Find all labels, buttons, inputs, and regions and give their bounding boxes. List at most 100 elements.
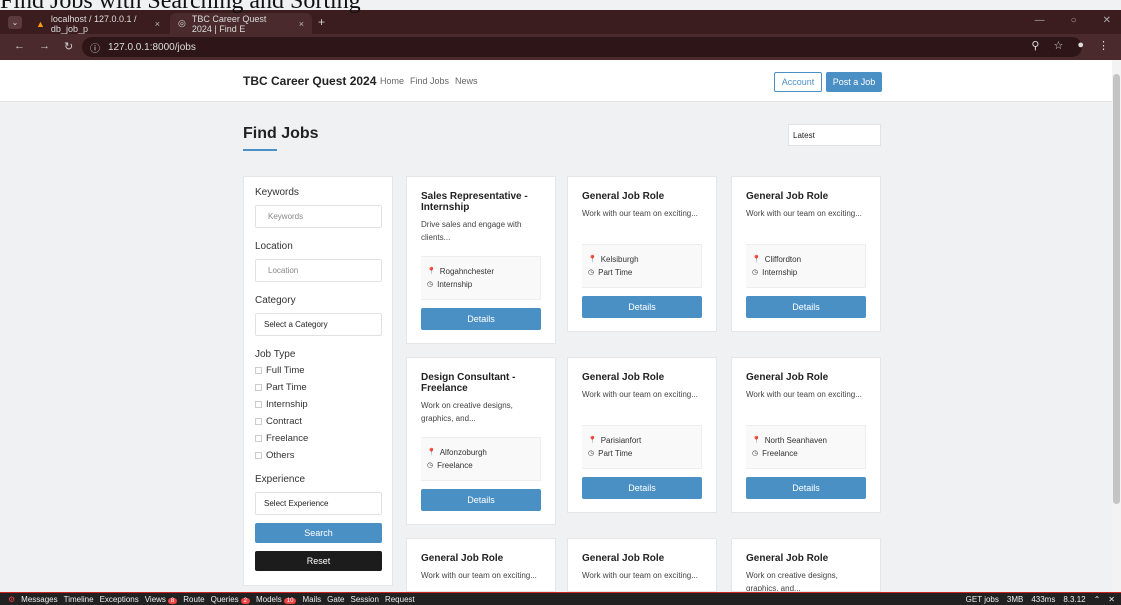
job-type-freelance[interactable]: Freelance: [255, 430, 381, 447]
job-card: General Job Role Work with our team on e…: [567, 176, 717, 332]
debug-tab-session[interactable]: Session: [350, 595, 378, 604]
job-meta: 📍 Cliffordton ◷ Internship: [746, 244, 866, 288]
nav-home[interactable]: Home: [380, 76, 404, 86]
details-button[interactable]: Details: [746, 477, 866, 499]
debugbar-logo-icon[interactable]: ⚙: [8, 595, 15, 604]
category-select[interactable]: Select a Category: [255, 313, 382, 336]
job-title: General Job Role: [746, 191, 829, 202]
nav-news[interactable]: News: [455, 76, 478, 86]
request-route: GET jobs: [965, 594, 999, 604]
search-button[interactable]: Search: [255, 523, 382, 543]
job-card: General Job Role Work with our team on e…: [567, 538, 717, 592]
keywords-input[interactable]: Keywords: [255, 205, 382, 228]
debug-tab-exceptions[interactable]: Exceptions: [100, 595, 139, 604]
debug-tab-queries[interactable]: Queries 2: [211, 595, 250, 604]
details-button[interactable]: Details: [582, 296, 702, 318]
checkbox[interactable]: [255, 435, 262, 442]
tab-career-quest[interactable]: ◎ TBC Career Quest 2024 | Find E ×: [170, 13, 312, 34]
checkbox[interactable]: [255, 452, 262, 459]
close-window-icon[interactable]: ✕: [1103, 15, 1111, 26]
sort-select[interactable]: Latest: [788, 124, 881, 146]
debug-tab-label: Queries: [210, 594, 239, 604]
site-info-icon[interactable]: ⓘ: [90, 40, 100, 55]
address-bar[interactable]: ⓘ 127.0.0.1:8000/jobs: [82, 37, 1082, 57]
debug-tab-views[interactable]: Views 8: [145, 595, 178, 604]
toolbar-right: ⚲ ☆ ● ⋮: [1031, 39, 1109, 52]
forward-icon[interactable]: →: [39, 40, 50, 53]
debugbar-stats: GET jobs 3MB 433ms 8.3.12 ⌃ ✕: [966, 595, 1115, 604]
close-icon[interactable]: ×: [299, 19, 304, 29]
job-meta: 📍 Kelsiburgh ◷ Part Time: [582, 244, 702, 288]
details-button[interactable]: Details: [746, 296, 866, 318]
job-type-others[interactable]: Others: [255, 447, 381, 464]
debug-tab-mails[interactable]: Mails: [302, 595, 321, 604]
collapse-icon[interactable]: ⌃: [1094, 595, 1101, 604]
checkbox[interactable]: [255, 418, 262, 425]
checkbox-label: Contract: [266, 416, 302, 427]
nav-find-jobs[interactable]: Find Jobs: [410, 76, 449, 86]
job-type-part-time[interactable]: Part Time: [255, 379, 381, 396]
job-card: General Job Role Work with our team on e…: [731, 176, 881, 332]
details-button[interactable]: Details: [582, 477, 702, 499]
job-type-contract[interactable]: Contract: [255, 413, 381, 430]
location-input[interactable]: Location: [255, 259, 382, 282]
bookmark-star-icon[interactable]: ☆: [1053, 39, 1063, 52]
debug-tab-route[interactable]: Route: [183, 595, 204, 604]
restore-icon[interactable]: ○: [1071, 15, 1077, 26]
site-navbar: TBC Career Quest 2024 Home Find Jobs New…: [0, 60, 1112, 102]
profile-icon[interactable]: ●: [1077, 39, 1084, 52]
job-card: General Job Role Work with our team on e…: [567, 357, 717, 513]
job-desc: Work on creative designs, graphics, and.…: [421, 401, 513, 423]
experience-select[interactable]: Select Experience: [255, 492, 382, 515]
zoom-icon[interactable]: ⚲: [1031, 39, 1039, 52]
job-location: Alfonzoburgh: [439, 448, 487, 457]
page-title: Find Jobs: [243, 125, 319, 142]
tab-label: TBC Career Quest 2024 | Find E: [191, 13, 267, 34]
checkbox[interactable]: [255, 401, 262, 408]
debug-tab-timeline[interactable]: Timeline: [64, 595, 94, 604]
page-scrollbar[interactable]: [1112, 60, 1121, 592]
debug-tab-request[interactable]: Request: [385, 595, 415, 604]
overlay-title: Find Jobs with Searching and Sorting: [0, 0, 361, 14]
job-meta: 📍 Alfonzoburgh ◷ Freelance: [421, 437, 541, 481]
job-type-full-time[interactable]: Full Time: [255, 362, 381, 379]
menu-icon[interactable]: ⋮: [1098, 39, 1109, 52]
checkbox-label: Internship: [266, 399, 308, 410]
job-desc: Work with our team on exciting...: [746, 209, 862, 218]
reset-button[interactable]: Reset: [255, 551, 382, 571]
checkbox[interactable]: [255, 384, 262, 391]
checkbox[interactable]: [255, 367, 262, 374]
job-type-internship[interactable]: Internship: [255, 396, 381, 413]
new-tab-button[interactable]: +: [318, 15, 325, 29]
details-button[interactable]: Details: [421, 308, 541, 330]
job-title: General Job Role: [421, 553, 504, 564]
post-job-button[interactable]: Post a Job: [826, 72, 882, 92]
minimize-icon[interactable]: —: [1035, 15, 1045, 26]
location-pin-icon: 📍: [752, 437, 761, 444]
account-button[interactable]: Account: [774, 72, 822, 92]
title-underline: [243, 149, 277, 151]
job-card: General Job Role Work on creative design…: [731, 538, 881, 592]
debug-tab-models[interactable]: Models 10: [256, 595, 297, 604]
site-brand[interactable]: TBC Career Quest 2024: [243, 74, 376, 88]
debug-tab-messages[interactable]: Messages: [21, 595, 57, 604]
job-desc: Work with our team on exciting...: [421, 571, 537, 580]
clock-icon: ◷: [427, 281, 434, 288]
back-icon[interactable]: ←: [14, 40, 25, 53]
debugbar-tabs: Messages Timeline Exceptions Views 8 Rout…: [21, 595, 415, 604]
tab-label: localhost / 127.0.0.1 / db_job_p: [50, 13, 137, 34]
details-button[interactable]: Details: [421, 489, 541, 511]
close-icon[interactable]: ×: [155, 19, 160, 29]
debug-tab-gate[interactable]: Gate: [327, 595, 344, 604]
models-badge: 10: [283, 597, 297, 604]
job-location: Parisianfort: [600, 436, 642, 445]
job-meta: 📍 Rogahnchester ◷ Internship: [421, 256, 541, 300]
tab-phpmyadmin[interactable]: ▲ localhost / 127.0.0.1 / db_job_p ×: [28, 13, 168, 34]
reload-icon[interactable]: ↻: [64, 40, 73, 53]
scrollbar-thumb[interactable]: [1113, 74, 1120, 504]
nav-links: Home Find Jobs News: [380, 76, 478, 86]
close-debugbar-icon[interactable]: ✕: [1108, 595, 1115, 604]
tab-search-icon[interactable]: ⌄: [8, 16, 22, 29]
debug-tab-label: Views: [144, 594, 166, 604]
job-type: Freelance: [437, 461, 473, 470]
